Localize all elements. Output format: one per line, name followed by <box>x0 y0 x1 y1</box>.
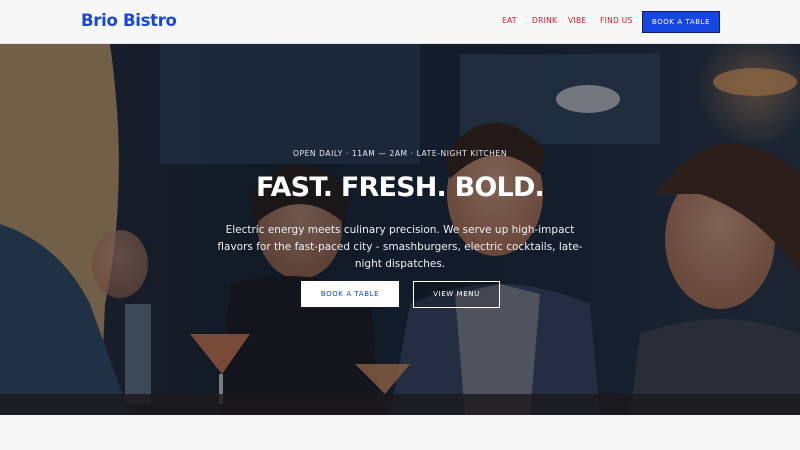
hero-title: FAST. FRESH. BOLD. <box>255 172 545 203</box>
hero-section: OPEN DAILY · 11AM — 2AM · LATE-NIGHT KIT… <box>0 44 800 415</box>
hero-eyebrow: OPEN DAILY · 11AM — 2AM · LATE-NIGHT KIT… <box>292 149 508 158</box>
nav-link-drink[interactable]: DRINK <box>532 16 557 25</box>
hero-description: Electric energy meets culinary precision… <box>217 224 583 270</box>
nav-link-vibe[interactable]: VIBE <box>568 16 586 25</box>
hero-view-menu-button[interactable]: VIEW MENU <box>413 281 500 308</box>
hero-book-table-button[interactable]: BOOK A TABLE <box>301 281 399 307</box>
site-header: Brio Bistro EAT DRINK VIBE FIND US BOOK … <box>0 0 800 44</box>
header-book-table-button[interactable]: BOOK A TABLE <box>642 11 720 33</box>
nav-link-find-us[interactable]: FIND US <box>600 16 633 25</box>
next-section <box>0 415 800 450</box>
nav-link-eat[interactable]: EAT <box>502 16 517 25</box>
